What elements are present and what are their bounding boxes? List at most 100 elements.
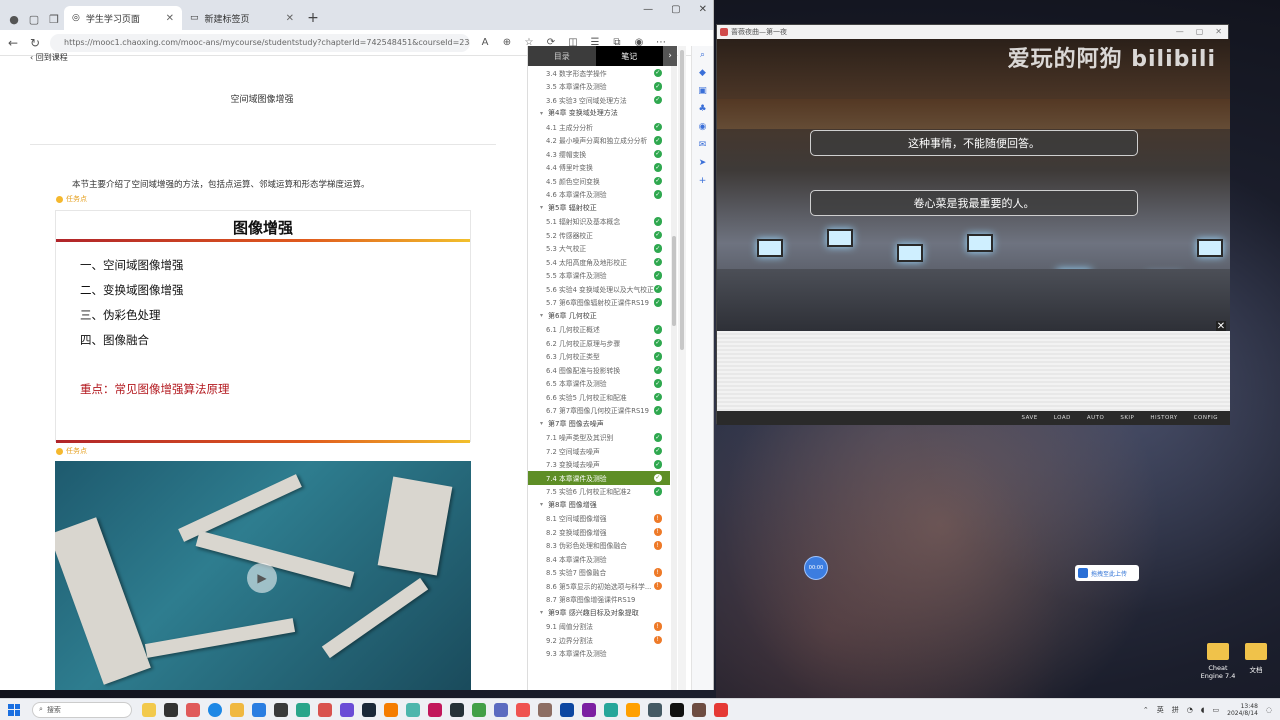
- toc-section-item[interactable]: 7.2 空间域去噪声 ✓: [528, 444, 670, 458]
- chevron-down-icon[interactable]: ▾: [540, 501, 543, 508]
- menu-history-button[interactable]: HISTORY: [1150, 415, 1177, 421]
- toc-section-item[interactable]: 5.5 本章课件及测验 ✓: [528, 269, 670, 283]
- app-icon[interactable]: [406, 702, 420, 717]
- toc-scrollbar[interactable]: [671, 66, 677, 690]
- outlook-icon[interactable]: ✉: [699, 140, 707, 150]
- page-scrollbar[interactable]: [678, 46, 686, 690]
- ime-indicator[interactable]: 拼: [1172, 705, 1179, 715]
- network-icon[interactable]: ◔: [1187, 706, 1193, 714]
- toc-section-item[interactable]: 5.6 实验4 变换域处理以及大气校正 ✓: [528, 282, 670, 296]
- choice-option-2[interactable]: 卷心菜是我最重要的人。: [810, 190, 1138, 216]
- page-scroll-thumb[interactable]: [680, 50, 684, 350]
- steam-icon[interactable]: [362, 702, 376, 717]
- language-indicator[interactable]: 英: [1157, 705, 1164, 715]
- ppt-slide[interactable]: 图像增强 一、空间域图像增强 二、变换域图像增强 三、伪彩色处理 四、图像融合 …: [55, 210, 471, 443]
- close-icon[interactable]: ✕: [286, 13, 294, 24]
- app-icon[interactable]: [428, 702, 442, 717]
- toc-section-item[interactable]: 9.2 边界分割法!: [528, 633, 670, 647]
- dialogue-box[interactable]: ✕: [717, 321, 1230, 411]
- drop-icon[interactable]: ➤: [699, 158, 707, 168]
- close-icon[interactable]: ✕: [1216, 321, 1226, 332]
- windows-start-icon[interactable]: [8, 703, 20, 716]
- tray-expand-icon[interactable]: ⌃: [1143, 706, 1149, 714]
- video-player[interactable]: ▶: [55, 461, 471, 690]
- terminal-icon[interactable]: [274, 702, 288, 717]
- chevron-down-icon[interactable]: ▾: [540, 204, 543, 211]
- maximize-icon[interactable]: ▢: [671, 4, 680, 15]
- toc-section-item[interactable]: 4.2 最小噪声分离和独立成分分析 ✓: [528, 134, 670, 148]
- toc-scroll-thumb[interactable]: [672, 236, 676, 326]
- toc-section-item[interactable]: 8.1 空间域图像增强!: [528, 512, 670, 526]
- toc-chapter[interactable]: ▾ 第5章 辐射校正: [528, 201, 670, 215]
- app-icon[interactable]: [692, 702, 706, 717]
- toc-section-item[interactable]: 6.4 图像配准与投影转换 ✓: [528, 363, 670, 377]
- toc-section-item[interactable]: 7.4 本章课件及测验 ✓: [528, 471, 670, 485]
- menu-load-button[interactable]: LOAD: [1054, 415, 1071, 421]
- maximize-icon[interactable]: ▢: [1196, 27, 1204, 36]
- toc-section-item[interactable]: 6.1 几何校正概述 ✓: [528, 323, 670, 337]
- choice-option-1[interactable]: 这种事情，不能随便回答。: [810, 130, 1138, 156]
- minimize-icon[interactable]: —: [1176, 27, 1184, 36]
- toolbox-icon[interactable]: ▣: [698, 86, 707, 96]
- toc-section-item[interactable]: 5.4 太阳高度角及地形校正 ✓: [528, 255, 670, 269]
- app-icon[interactable]: [340, 702, 354, 717]
- chevron-down-icon[interactable]: ▾: [540, 420, 543, 427]
- toc-section-item[interactable]: 6.7 第7章图像几何校正课件RS19 ✓: [528, 404, 670, 418]
- task-view-icon[interactable]: [164, 702, 178, 717]
- app-icon[interactable]: [604, 702, 618, 717]
- menu-auto-button[interactable]: AUTO: [1087, 415, 1104, 421]
- workspaces-icon[interactable]: ▢: [24, 8, 44, 30]
- toc-section-item[interactable]: 9.3 本章课件及测验: [528, 647, 670, 661]
- app-icon[interactable]: [714, 702, 728, 717]
- toc-section-item[interactable]: 3.5 本章课件及测验 ✓: [528, 80, 670, 94]
- chevron-down-icon[interactable]: ▾: [540, 609, 543, 616]
- recording-timer[interactable]: 00:00: [804, 556, 828, 580]
- menu-config-button[interactable]: CONFIG: [1194, 415, 1218, 421]
- close-window-icon[interactable]: ✕: [699, 4, 707, 15]
- store-icon[interactable]: [252, 702, 266, 717]
- toc-section-item[interactable]: 7.5 实验6 几何校正和配准2 ✓: [528, 485, 670, 499]
- menu-save-button[interactable]: SAVE: [1021, 415, 1037, 421]
- toc-section-item[interactable]: 9.1 阈值分割法!: [528, 620, 670, 634]
- toc-section-item[interactable]: 5.7 第6章图像辐射校正课件RS19 ✓: [528, 296, 670, 310]
- copilot-sidebar-icon[interactable]: ◉: [699, 122, 707, 132]
- toc-section-item[interactable]: 6.3 几何校正类型 ✓: [528, 350, 670, 364]
- toc-section-item[interactable]: 4.4 傅里叶变换 ✓: [528, 161, 670, 175]
- app-icon[interactable]: [384, 702, 398, 717]
- toc-section-item[interactable]: 4.1 主成分分析 ✓: [528, 120, 670, 134]
- games-icon[interactable]: ♣: [698, 104, 706, 114]
- toc-section-item[interactable]: 8.6 第5章显示的初始选项与科学...!: [528, 579, 670, 593]
- taskbar-clock[interactable]: 13:48 2024/8/14: [1227, 703, 1258, 717]
- upload-widget[interactable]: 拖拽至此上传: [1075, 565, 1139, 581]
- toc-chapter[interactable]: ▾ 第8章 图像增强: [528, 498, 670, 512]
- app-icon[interactable]: [318, 702, 332, 717]
- toc-section-item[interactable]: 3.6 实验3 空间域处理方法 ✓: [528, 93, 670, 107]
- menu-skip-button[interactable]: SKIP: [1120, 415, 1134, 421]
- taskbar-search[interactable]: ⌕ 搜索: [32, 701, 132, 718]
- back-to-course-link[interactable]: ‹ 回到课程: [30, 52, 68, 63]
- toc-section-item[interactable]: 8.7 第8章图像增强课件RS19: [528, 593, 670, 607]
- toc-section-item[interactable]: 6.6 实验5 几何校正和配准 ✓: [528, 390, 670, 404]
- toc-chapter[interactable]: ▾ 第4章 变换域处理方法: [528, 107, 670, 121]
- volume-icon[interactable]: ◖: [1201, 706, 1205, 714]
- toc-section-item[interactable]: 4.5 颜色空间变换 ✓: [528, 174, 670, 188]
- desktop-icon-cheat-engine[interactable]: Cheat Engine 7.4: [1198, 643, 1238, 680]
- battery-icon[interactable]: ▭: [1213, 706, 1220, 714]
- toc-section-item[interactable]: 5.1 辐射知识及基本概念 ✓: [528, 215, 670, 229]
- toc-section-item[interactable]: 4.3 缨帽变换 ✓: [528, 147, 670, 161]
- app-icon[interactable]: [560, 702, 574, 717]
- file-explorer-icon[interactable]: [230, 702, 244, 717]
- toc-section-item[interactable]: 4.6 本章课件及测验 ✓: [528, 188, 670, 202]
- app-icon[interactable]: [296, 702, 310, 717]
- chevron-down-icon[interactable]: ▾: [540, 312, 543, 319]
- toc-section-item[interactable]: 8.2 变换域图像增强!: [528, 525, 670, 539]
- toc-chapter[interactable]: ▾ 第9章 感兴趣目标及对象提取: [528, 606, 670, 620]
- toc-section-item[interactable]: 5.2 传感器校正 ✓: [528, 228, 670, 242]
- tab-student-study[interactable]: ◎ 学生学习页面 ✕: [64, 6, 182, 30]
- play-icon[interactable]: ▶: [247, 563, 277, 593]
- tab-new-tab[interactable]: ▭ 新建标签页 ✕: [182, 6, 302, 30]
- toc-section-item[interactable]: 7.3 变换域去噪声 ✓: [528, 458, 670, 472]
- minimize-icon[interactable]: —: [643, 4, 653, 15]
- chevron-down-icon[interactable]: ▾: [540, 110, 543, 117]
- visual-studio-icon[interactable]: [582, 702, 596, 717]
